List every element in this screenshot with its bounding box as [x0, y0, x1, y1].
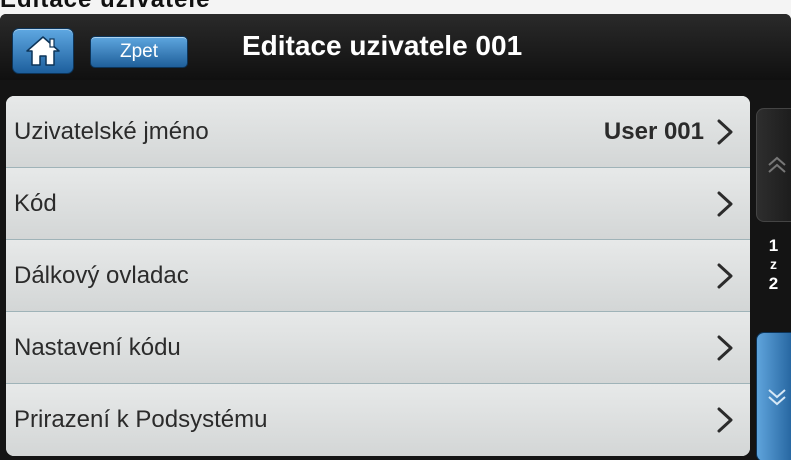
list-item-code-settings[interactable]: Nastavení kódu	[6, 312, 750, 384]
list-item-code[interactable]: Kód	[6, 168, 750, 240]
settings-list: Uzivatelské jméno User 001 Kód Dálkový o…	[6, 96, 750, 456]
page-title: Editace uzivatele 001	[242, 30, 523, 61]
home-icon	[26, 36, 60, 66]
list-item-label: Kód	[14, 190, 57, 217]
double-chevron-up-icon	[768, 156, 786, 173]
header-bar: Zpet Editace uzivatele 001	[0, 14, 791, 80]
cutoff-caption: Editace uzivatele	[0, 0, 210, 14]
list-item-value: User 001	[603, 118, 704, 145]
page-current: 1	[768, 236, 779, 255]
chevron-right-icon	[717, 263, 733, 289]
home-button[interactable]	[12, 28, 74, 74]
chevron-right-icon	[717, 191, 733, 217]
list-item-label: Nastavení kódu	[14, 334, 181, 361]
list-item-remote-control[interactable]: Dálkový ovladac	[6, 240, 750, 312]
chevron-right-icon	[717, 335, 733, 361]
chevron-right-icon	[717, 119, 733, 145]
page-indicator: 1 z 2	[756, 236, 791, 293]
chevron-right-icon	[717, 407, 733, 433]
back-button[interactable]: Zpet	[90, 36, 188, 68]
scroll-down-button[interactable]	[756, 332, 791, 460]
list-item-username[interactable]: Uzivatelské jméno User 001	[6, 96, 750, 168]
scroll-column: 1 z 2	[756, 96, 791, 460]
page-separator: z	[770, 256, 777, 272]
list-item-label: Prirazení k Podsystému	[14, 406, 268, 433]
scroll-up-button[interactable]	[756, 108, 791, 222]
device-screen: Zpet Editace uzivatele 001 Uzivatelské j…	[0, 14, 791, 460]
page-total: 2	[768, 274, 779, 293]
list-item-label: Dálkový ovladac	[14, 262, 189, 289]
list-item-label: Uzivatelské jméno	[14, 118, 209, 145]
double-chevron-down-icon	[768, 389, 786, 406]
list-item-subsystem-assignment[interactable]: Prirazení k Podsystému	[6, 384, 750, 456]
